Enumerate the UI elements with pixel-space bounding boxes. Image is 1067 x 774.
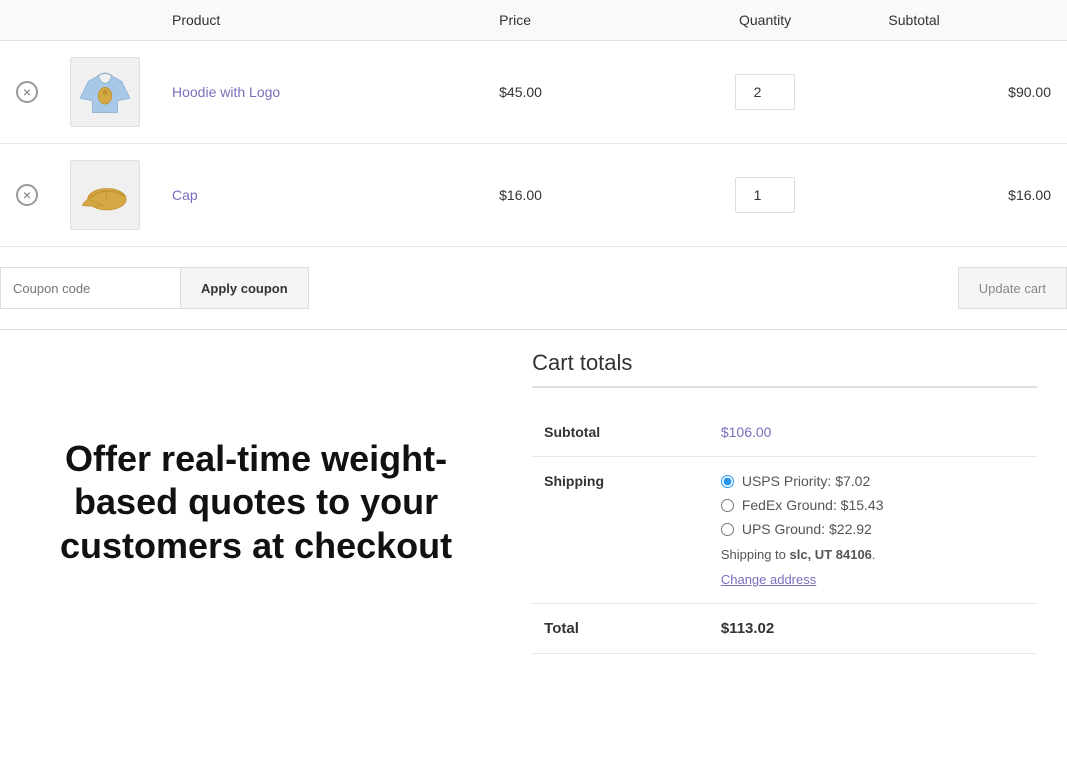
product-link[interactable]: Cap: [172, 187, 198, 203]
product-image-cell: [54, 41, 156, 144]
apply-coupon-button[interactable]: Apply coupon: [180, 267, 309, 309]
subtotal-row: Subtotal $106.00: [532, 408, 1037, 457]
remove-item-2[interactable]: ×: [16, 184, 38, 206]
cart-totals-section: Cart totals Subtotal $106.00 Shipping US…: [512, 330, 1067, 674]
coupon-input[interactable]: [0, 267, 180, 309]
table-row: × Hoodie with Logo $45.00 $90.00: [0, 41, 1067, 144]
total-value: $113.02: [721, 620, 774, 637]
remove-cell: ×: [0, 144, 54, 247]
product-image: [70, 57, 140, 127]
product-quantity-cell: [658, 41, 873, 144]
subtotal-label: Subtotal: [532, 408, 709, 457]
shipping-radio-1[interactable]: [721, 499, 734, 512]
shipping-row: Shipping USPS Priority: $7.02 FedEx Groun…: [532, 457, 1037, 604]
product-subtotal-cell: $16.00: [872, 144, 1067, 247]
shipping-note: Shipping to slc, UT 84106.: [721, 547, 1025, 562]
product-subtotal-cell: $90.00: [872, 41, 1067, 144]
shipping-label: Shipping: [532, 457, 709, 604]
total-row: Total $113.02: [532, 604, 1037, 654]
shipping-option: USPS Priority: $7.02: [721, 473, 1025, 489]
subtotal-value: $106.00: [721, 424, 772, 440]
shipping-radio-2[interactable]: [721, 523, 734, 536]
quantity-input[interactable]: [735, 74, 795, 110]
col-subtotal-header: Subtotal: [872, 0, 1067, 41]
remove-cell: ×: [0, 41, 54, 144]
shipping-option-label: USPS Priority: $7.02: [742, 473, 870, 489]
product-name-cell: Cap: [156, 144, 483, 247]
product-image-cell: [54, 144, 156, 247]
col-price-header: Price: [483, 0, 658, 41]
col-remove: [0, 0, 54, 41]
product-price-cell: $16.00: [483, 144, 658, 247]
product-link[interactable]: Hoodie with Logo: [172, 84, 280, 100]
update-cart-button[interactable]: Update cart: [958, 267, 1067, 309]
product-name-cell: Hoodie with Logo: [156, 41, 483, 144]
col-image: [54, 0, 156, 41]
change-address-link[interactable]: Change address: [721, 572, 1025, 587]
col-quantity-header: Quantity: [658, 0, 873, 41]
promo-text: Offer real-time weight-based quotes to y…: [30, 437, 482, 567]
shipping-radio-0[interactable]: [721, 475, 734, 488]
cart-totals-title: Cart totals: [532, 350, 1037, 388]
product-price-cell: $45.00: [483, 41, 658, 144]
quantity-input[interactable]: [735, 177, 795, 213]
table-row: × Cap $16.00 $16.00: [0, 144, 1067, 247]
product-quantity-cell: [658, 144, 873, 247]
shipping-option-label: FedEx Ground: $15.43: [742, 497, 884, 513]
promo-section: Offer real-time weight-based quotes to y…: [0, 330, 512, 674]
shipping-option: UPS Ground: $22.92: [721, 521, 1025, 537]
col-product-header: Product: [156, 0, 483, 41]
shipping-option-label: UPS Ground: $22.92: [742, 521, 872, 537]
remove-item-1[interactable]: ×: [16, 81, 38, 103]
shipping-option: FedEx Ground: $15.43: [721, 497, 1025, 513]
total-label: Total: [532, 604, 709, 654]
product-image: [70, 160, 140, 230]
